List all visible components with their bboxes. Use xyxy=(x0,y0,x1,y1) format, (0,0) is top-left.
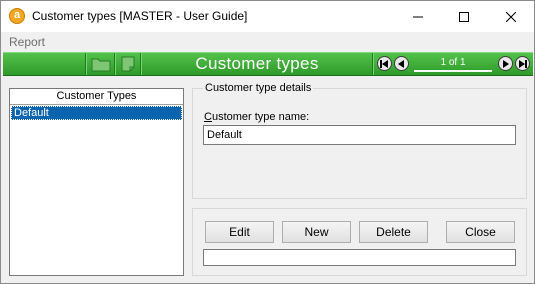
list-header[interactable]: Customer Types xyxy=(10,89,183,105)
open-folder-button[interactable] xyxy=(90,55,112,73)
record-navigator: 1 of 1 xyxy=(374,53,533,75)
new-document-button[interactable] xyxy=(118,55,138,73)
edit-button[interactable]: Edit xyxy=(205,221,274,243)
maximize-icon xyxy=(459,11,469,22)
toolbar-divider xyxy=(85,53,87,75)
minimize-icon xyxy=(413,16,423,17)
menu-bar: Report xyxy=(1,32,534,51)
app-logo-icon: a xyxy=(9,8,25,24)
last-record-button[interactable] xyxy=(515,56,530,71)
app-window: a Customer types [MASTER - User Guide] R… xyxy=(0,0,535,284)
last-record-icon xyxy=(519,59,527,68)
close-window-button[interactable] xyxy=(488,1,534,32)
list-item[interactable]: Default xyxy=(11,106,182,120)
next-record-button[interactable] xyxy=(498,56,513,71)
menu-item-report[interactable]: Report xyxy=(9,35,45,49)
group-title: Customer type details xyxy=(203,82,314,94)
title-bar: a Customer types [MASTER - User Guide] xyxy=(1,1,534,32)
label-text: ustomer type name: xyxy=(211,111,310,123)
new-button[interactable]: New xyxy=(282,221,351,243)
toolbar-title: Customer types xyxy=(195,54,319,73)
close-icon xyxy=(506,11,516,22)
first-record-icon xyxy=(380,59,388,68)
customer-types-list[interactable]: Customer Types Default xyxy=(9,88,184,276)
next-record-icon xyxy=(503,59,509,68)
close-button[interactable]: Close xyxy=(446,221,515,243)
window-title: Customer types [MASTER - User Guide] xyxy=(32,9,248,23)
page-indicator: 1 of 1 xyxy=(414,56,492,72)
previous-record-icon xyxy=(398,59,404,68)
first-record-button[interactable] xyxy=(377,56,392,71)
customer-type-name-input[interactable] xyxy=(203,125,516,145)
app-logo-letter: a xyxy=(13,9,21,21)
minimize-button[interactable] xyxy=(395,1,441,32)
maximize-button[interactable] xyxy=(441,1,487,32)
delete-button[interactable]: Delete xyxy=(359,221,428,243)
customer-type-name-label: Customer type name: xyxy=(204,111,309,123)
previous-record-button[interactable] xyxy=(394,56,409,71)
document-icon xyxy=(121,56,135,72)
toolbar-divider xyxy=(114,53,116,75)
toolbar: Customer types 1 of 1 xyxy=(3,52,533,76)
folder-icon xyxy=(91,58,111,71)
label-accelerator: C xyxy=(204,111,212,123)
status-field xyxy=(203,249,516,266)
